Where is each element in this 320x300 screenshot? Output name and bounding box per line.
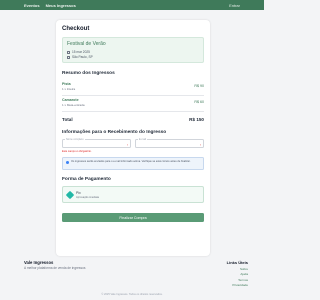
info-icon — [66, 161, 69, 164]
recipient-section-title: Informações para o Recebimento do Ingres… — [62, 130, 167, 135]
footer-link-privacy[interactable]: Privacidade — [227, 283, 248, 287]
nav-menu: Eventos Meus Ingressos — [24, 3, 76, 8]
name-field-label: Nome completo — [65, 138, 85, 141]
error-icon: ! — [127, 142, 128, 147]
payment-option-pix[interactable]: Pix Aprovação imediata — [62, 186, 204, 203]
footer-links-title: Links Úteis — [226, 260, 248, 265]
info-text: Os ingressos serão enviados para o e-mai… — [71, 160, 191, 163]
event-location-row: São Paulo, SP — [67, 55, 199, 59]
event-name: Festival de Verão — [67, 41, 106, 47]
ticket-price: R$ 60 — [194, 100, 204, 104]
ticket-name: Camarote — [62, 98, 79, 102]
email-field[interactable] — [136, 140, 203, 147]
name-field-wrapper: Nome completo ! — [62, 138, 131, 148]
payment-section-title: Forma de Pagamento — [62, 177, 111, 182]
event-date-row: 15 mar 2025 — [67, 50, 199, 54]
footer-link-terms[interactable]: Termos — [227, 278, 248, 282]
footer-link-help[interactable]: Ajuda — [227, 272, 248, 276]
ticket-price: R$ 90 — [194, 84, 204, 88]
calendar-icon — [67, 50, 70, 54]
footer-links: Links Úteis Sobre Ajuda Termos Privacida… — [227, 260, 248, 287]
payment-method-name: Pix — [76, 190, 81, 195]
total-label: Total — [62, 117, 73, 122]
ticket-row: Pista 1 x Inteira R$ 90 — [62, 80, 204, 96]
login-link[interactable]: Entrar — [229, 3, 240, 8]
copyright: © 2025 Vale Ingressos. Todos os direitos… — [101, 293, 163, 296]
location-icon — [67, 55, 70, 59]
total-value: R$ 150 — [189, 117, 204, 122]
pix-icon — [65, 190, 75, 199]
tickets-section-title: Resumo dos Ingressos — [62, 71, 115, 76]
nav-item-events[interactable]: Eventos — [24, 3, 40, 8]
total-row: Total R$ 150 — [62, 112, 204, 122]
event-date: 15 mar 2025 — [72, 50, 90, 54]
recipient-form-row: Nome completo ! E-mail ! — [62, 138, 204, 148]
ticket-quantity: 1 x Inteira — [62, 87, 76, 91]
event-summary: Festival de Verão 15 mar 2025 São Paulo,… — [62, 37, 204, 63]
email-field-label: E-mail — [138, 138, 148, 141]
field-error-message: Este campo é obrigatório. — [62, 150, 92, 153]
ticket-name: Pista — [62, 82, 71, 86]
event-location: São Paulo, SP — [72, 55, 93, 59]
top-nav-bar: Eventos Meus Ingressos Entrar — [0, 0, 264, 10]
footer-brand: Vale Ingressos — [24, 260, 54, 265]
nav-item-my-tickets[interactable]: Meus Ingressos — [46, 3, 76, 8]
footer-brand-block: Vale Ingressos A melhor plataforma de ve… — [24, 260, 85, 270]
footer-link-about[interactable]: Sobre — [227, 267, 248, 271]
checkout-card: Checkout Festival de Verão 15 mar 2025 S… — [56, 20, 210, 256]
name-field[interactable] — [63, 140, 130, 147]
page-title: Checkout — [62, 26, 90, 32]
finalize-purchase-button[interactable]: Finalizar Compra — [62, 213, 204, 222]
payment-method-sub: Aprovação imediata — [76, 195, 99, 199]
error-icon: ! — [200, 142, 201, 147]
ticket-row: Camarote 1 x Meia-entrada R$ 60 — [62, 96, 204, 112]
info-notice: Os ingressos serão enviados para o e-mai… — [62, 157, 204, 170]
email-field-wrapper: E-mail ! — [135, 138, 204, 148]
footer-tagline: A melhor plataforma de venda de ingresso… — [24, 266, 86, 270]
ticket-quantity: 1 x Meia-entrada — [62, 103, 85, 107]
